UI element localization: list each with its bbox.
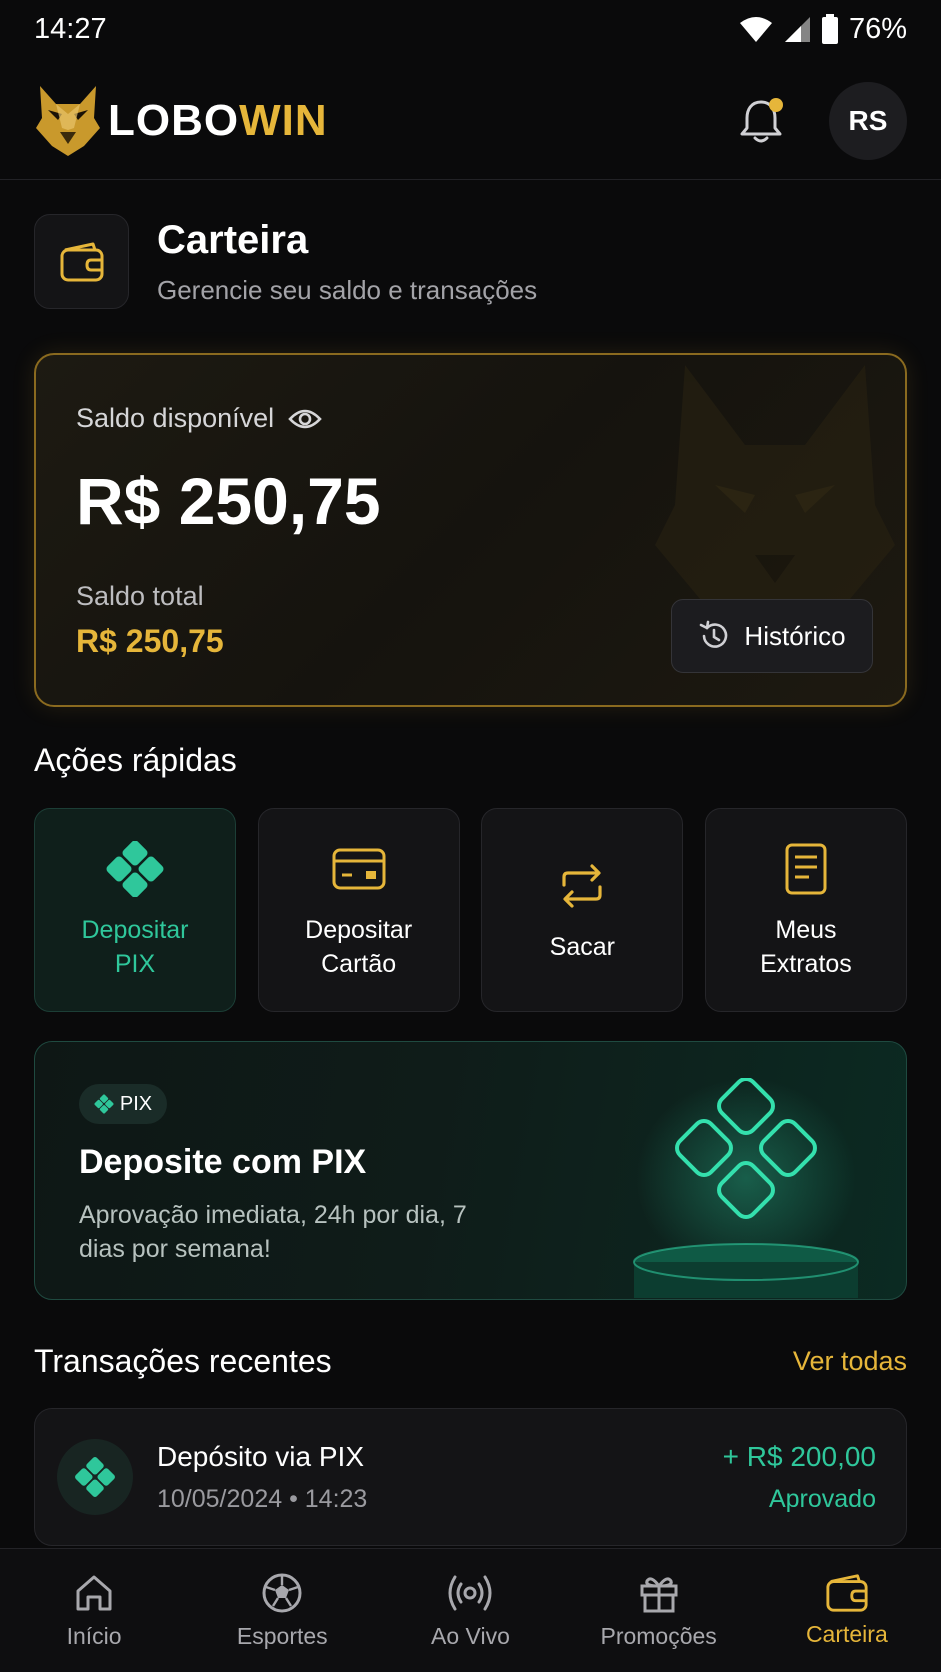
gift-icon [640,1577,678,1613]
pix-tag-label: PIX [119,1092,153,1115]
pix-tag: PIX [79,1084,167,1124]
withdraw-label: Sacar [549,933,615,961]
pix-glow-illustration-icon [633,1078,859,1298]
history-button[interactable]: Histórico [671,599,873,673]
deposit-card-button[interactable]: Depositar Cartão [257,808,460,1012]
signal-icon [784,17,810,42]
transaction-datetime: 10/05/2024 • 14:23 [157,1485,368,1513]
transfer-icon [562,864,602,908]
deposit-pix-label: Depositar PIX [81,916,189,978]
live-broadcast-icon [448,1575,492,1611]
user-avatar[interactable]: RS [829,81,907,160]
wallet-icon [826,1574,868,1612]
pix-icon [106,841,164,897]
balance-card: Saldo disponível R$ 250,75 Saldo total R… [34,353,907,707]
pix-promo-banner[interactable]: PIX Deposite com PIX Aprovação imediata,… [34,1041,907,1300]
wallet-icon-box [34,214,129,309]
app-header: LOBOWIN RS [0,62,941,180]
history-icon [700,620,728,648]
quick-actions-title: Ações rápidas [34,742,237,778]
status-icons: 76% [739,13,907,46]
wifi-icon [739,17,772,42]
battery-percent: 76% [848,12,907,45]
available-balance-label: Saldo disponível [76,403,275,433]
transaction-name: Depósito via PIX [157,1441,364,1472]
soccer-ball-icon [262,1573,302,1613]
home-icon [76,1575,112,1611]
statements-button[interactable]: Meus Extratos [704,808,907,1012]
available-balance-label-row: Saldo disponível [76,403,322,434]
brand-logo[interactable]: LOBOWIN [34,84,328,158]
total-balance-amount: R$ 250,75 [76,623,224,659]
nav-item-live[interactable]: Ao Vivo [385,1571,555,1650]
eye-icon[interactable] [288,407,322,431]
battery-icon [821,14,838,44]
nav-home-label: Início [66,1623,122,1649]
wolf-watermark-icon [655,365,895,635]
nav-item-promotions[interactable]: Promoções [574,1571,744,1650]
transaction-amount: + R$ 200,00 [722,1441,876,1472]
notification-dot [769,97,783,112]
brand-name-part1: LOBO [108,95,240,145]
withdraw-button[interactable]: Sacar [481,808,684,1012]
bottom-navigation: Início Esportes Ao Vivo Promoções Cartei… [0,1548,941,1672]
quick-actions-grid: Depositar PIX Depositar Cartão Sacar Meu… [34,808,907,1012]
page-header: Carteira Gerencie seu saldo e transações [34,214,537,309]
page-subtitle: Gerencie seu saldo e transações [157,274,538,305]
wolf-logo-icon [36,85,100,156]
pix-icon [75,1457,115,1497]
notifications-button[interactable] [737,96,785,146]
nav-wallet-label: Carteira [805,1621,888,1647]
transaction-row[interactable]: Depósito via PIX 10/05/2024 • 14:23 + R$… [34,1408,907,1546]
deposit-pix-button[interactable]: Depositar PIX [34,808,236,1012]
document-icon [785,843,827,895]
credit-card-icon [332,848,386,890]
recent-transactions-title: Transações recentes [34,1343,332,1379]
nav-live-label: Ao Vivo [431,1623,510,1649]
total-balance-label: Saldo total [76,581,204,611]
page-title: Carteira [157,217,309,262]
deposit-card-label: Depositar Cartão [305,916,413,978]
available-balance-amount: R$ 250,75 [76,464,381,538]
nav-item-sports[interactable]: Esportes [197,1571,367,1650]
nav-promotions-label: Promoções [600,1623,717,1649]
brand-name-part2: WIN [239,95,328,145]
status-time: 14:27 [34,12,107,45]
nav-item-wallet[interactable]: Carteira [762,1573,932,1648]
pix-banner-description: Aprovação imediata, 24h por dia, 7 dias … [79,1201,467,1263]
nav-sports-label: Esportes [236,1623,328,1649]
nav-item-home[interactable]: Início [9,1571,179,1650]
transaction-icon-circle [57,1439,133,1515]
transaction-status: Aprovado [768,1485,876,1513]
wallet-icon [60,242,103,281]
see-all-link[interactable]: Ver todas [793,1346,907,1377]
status-bar: 14:27 76% [0,0,941,58]
history-button-label: Histórico [744,620,846,651]
statements-label: Meus Extratos [760,916,852,978]
pix-banner-title: Deposite com PIX [79,1143,367,1181]
pix-small-icon [94,1094,114,1114]
